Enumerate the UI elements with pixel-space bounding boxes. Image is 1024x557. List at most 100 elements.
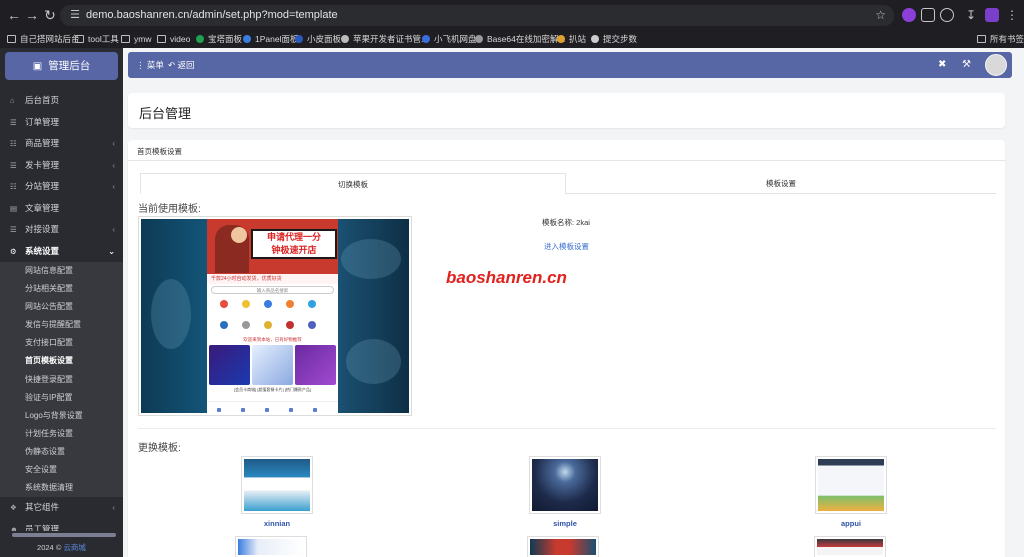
download-icon[interactable]: ↧ bbox=[966, 8, 980, 22]
bookmark-link[interactable]: 提交步数 bbox=[591, 32, 637, 46]
template-name-label[interactable]: xinnian bbox=[241, 519, 313, 528]
sidebar-item-docking[interactable]: ☰ 对接设置 ‹ bbox=[0, 219, 123, 241]
bookmark-link[interactable]: 宝塔面板 bbox=[196, 32, 242, 46]
sidebar-item-cards[interactable]: ☰ 发卡管理 ‹ bbox=[0, 155, 123, 177]
change-template-label: 更换模板: bbox=[138, 443, 181, 454]
site-info-icon[interactable]: ☰ bbox=[68, 8, 82, 22]
preview-background: 申请代理一分 钟极速开店 千款24小时自动发货，优质好货 输入商品名搜索 欢迎来到… bbox=[141, 219, 409, 413]
extension-purple-icon[interactable] bbox=[902, 8, 916, 22]
template-thumbnail-row2[interactable] bbox=[527, 536, 599, 557]
submenu-item[interactable]: 系统数据清理 bbox=[0, 479, 123, 497]
bookmark-link[interactable]: 苹果开发者证书管... bbox=[341, 32, 428, 46]
gear-icon: ⚙ bbox=[10, 246, 17, 256]
avatar[interactable] bbox=[985, 54, 1007, 76]
tab-switch-template[interactable]: 切换模板 bbox=[140, 173, 566, 194]
submenu-item[interactable]: 计划任务设置 bbox=[0, 425, 123, 443]
template-name-label[interactable]: appui bbox=[815, 519, 887, 528]
submenu-item[interactable]: 伪静态设置 bbox=[0, 443, 123, 461]
sidebar-item-substations[interactable]: ☷ 分站管理 ‹ bbox=[0, 176, 123, 198]
bookmark-link[interactable]: 扒站 bbox=[557, 32, 586, 46]
thumbnail-image bbox=[532, 459, 598, 511]
forward-arrow-icon[interactable]: → bbox=[24, 7, 40, 23]
extension-screen-icon[interactable] bbox=[921, 8, 935, 22]
address-bar[interactable]: ☰ demo.baoshanren.cn/admin/set.php?mod=t… bbox=[60, 5, 894, 26]
submenu-item[interactable]: Logo与背景设置 bbox=[0, 407, 123, 425]
tab-template-settings[interactable]: 模板设置 bbox=[566, 173, 996, 194]
sidebar-nav: ⌂ 后台首页 ☰ 订单管理 ☷ 商品管理 ‹ ☰ 发卡管理 ‹ ☷ 分站管理 ‹ ▤ 文章管理 ☰… bbox=[0, 90, 123, 540]
browser-menu-icon[interactable]: ⋮ bbox=[1006, 8, 1020, 22]
folder-icon bbox=[121, 35, 130, 43]
submenu-item[interactable]: 安全设置 bbox=[0, 461, 123, 479]
fullscreen-icon[interactable]: ✖ bbox=[938, 52, 946, 78]
sidebar-scrollbar[interactable] bbox=[12, 533, 116, 537]
sidebar-item-home[interactable]: ⌂ 后台首页 bbox=[0, 90, 123, 112]
bookmark-star-icon[interactable]: ☆ bbox=[875, 8, 886, 22]
template-thumbnail[interactable] bbox=[529, 456, 601, 514]
submenu-item[interactable]: 网站信息配置 bbox=[0, 262, 123, 280]
all-bookmarks[interactable]: 所有书签 bbox=[977, 32, 1024, 46]
submenu-item[interactable]: 验证与IP配置 bbox=[0, 389, 123, 407]
preview-grid-icon bbox=[286, 300, 294, 308]
extension-circle-icon[interactable] bbox=[940, 8, 954, 22]
preview-tab-icon bbox=[313, 408, 317, 412]
template-thumbnail[interactable] bbox=[241, 456, 313, 514]
brand-header[interactable]: ▣ 管理后台 bbox=[5, 52, 118, 80]
bookmark-folder[interactable]: 自己搭网站后台 bbox=[7, 32, 80, 46]
sidebar-item-orders[interactable]: ☰ 订单管理 bbox=[0, 112, 123, 134]
preview-tab-icon bbox=[265, 408, 269, 412]
preview-tabbar bbox=[207, 401, 338, 413]
bookmark-link[interactable]: 小皮面板 bbox=[295, 32, 341, 46]
preview-grid-icon bbox=[264, 321, 272, 329]
list-icon: ☰ bbox=[10, 117, 17, 127]
bookmark-folder[interactable]: tool工具 bbox=[75, 32, 119, 46]
sidebar-item-components[interactable]: ❖ 其它组件 ‹ bbox=[0, 497, 123, 519]
sidebar-item-system[interactable]: ⚙ 系统设置 ⌄ bbox=[0, 241, 123, 263]
bookmark-link[interactable]: 小飞机网盘 bbox=[422, 32, 477, 46]
submenu-item[interactable]: 发信与提醒配置 bbox=[0, 316, 123, 334]
preview-strip: 千款24小时自动发货，优质好货 bbox=[207, 274, 338, 284]
footer-link[interactable]: 云商城 bbox=[63, 543, 86, 552]
menu-button[interactable]: ⋮ 菜单 bbox=[136, 52, 164, 78]
baota-icon bbox=[196, 35, 204, 43]
reload-icon[interactable]: ↻ bbox=[42, 7, 58, 23]
preview-grid-icon bbox=[220, 321, 228, 329]
chevron-down-icon: ⌄ bbox=[108, 246, 115, 256]
template-option-simple[interactable]: simple bbox=[529, 456, 601, 528]
template-option-appui[interactable]: appui bbox=[815, 456, 887, 528]
preview-phone: 申请代理一分 钟极速开店 千款24小时自动发货，优质好货 输入商品名搜索 欢迎来到… bbox=[207, 219, 338, 413]
brand-label: 管理后台 bbox=[48, 60, 91, 72]
sidebar-item-products[interactable]: ☷ 商品管理 ‹ bbox=[0, 133, 123, 155]
sidebar: ▣ 管理后台 ⌂ 后台首页 ☰ 订单管理 ☷ 商品管理 ‹ ☰ 发卡管理 ‹ ☷ 分站管理 ‹ ▤… bbox=[0, 48, 123, 557]
submenu-item-current[interactable]: 首页模板设置 bbox=[0, 352, 123, 370]
template-name-label[interactable]: simple bbox=[529, 519, 601, 528]
template-thumbnail[interactable] bbox=[815, 456, 887, 514]
bookmark-folder[interactable]: ymw bbox=[121, 32, 151, 46]
template-panel: 首页模板设置 切换模板 模板设置 当前使用模板: 申请代理一分 钟极速开店 千款2… bbox=[128, 140, 1005, 557]
preview-grid-icon bbox=[308, 321, 316, 329]
submenu-item[interactable]: 快捷登录配置 bbox=[0, 371, 123, 389]
enter-settings-link[interactable]: 进入模板设置 bbox=[544, 241, 589, 252]
template-option-xinnian[interactable]: xinnian bbox=[241, 456, 313, 528]
preview-grid-icon bbox=[308, 300, 316, 308]
chevron-left-icon: ‹ bbox=[112, 182, 115, 191]
bookmark-folder[interactable]: video bbox=[157, 32, 190, 46]
preview-card bbox=[209, 345, 250, 385]
chevron-left-icon: ‹ bbox=[112, 139, 115, 148]
preview-tab-icon bbox=[289, 408, 293, 412]
thumbnail-image bbox=[817, 539, 883, 555]
template-thumbnail-row2[interactable] bbox=[235, 536, 307, 557]
bookmark-link[interactable]: 1Panel面板 bbox=[243, 32, 298, 46]
back-arrow-icon[interactable]: ← bbox=[6, 7, 22, 23]
wrench-icon[interactable]: ⚒ bbox=[962, 52, 971, 78]
profile-badge-icon[interactable] bbox=[985, 8, 999, 22]
submenu-item[interactable]: 分站相关配置 bbox=[0, 280, 123, 298]
1panel-icon bbox=[243, 35, 251, 43]
back-button[interactable]: ↶ 返回 bbox=[168, 52, 195, 78]
folder-icon bbox=[75, 35, 84, 43]
submenu-item[interactable]: 支付接口配置 bbox=[0, 334, 123, 352]
copyright: 2024 © 云商城 bbox=[37, 543, 86, 552]
bookmark-link[interactable]: Base64在线加密解... bbox=[475, 32, 565, 46]
submenu-item[interactable]: 网站公告配置 bbox=[0, 298, 123, 316]
sidebar-item-articles[interactable]: ▤ 文章管理 bbox=[0, 198, 123, 220]
template-thumbnail-row2[interactable] bbox=[814, 536, 886, 557]
